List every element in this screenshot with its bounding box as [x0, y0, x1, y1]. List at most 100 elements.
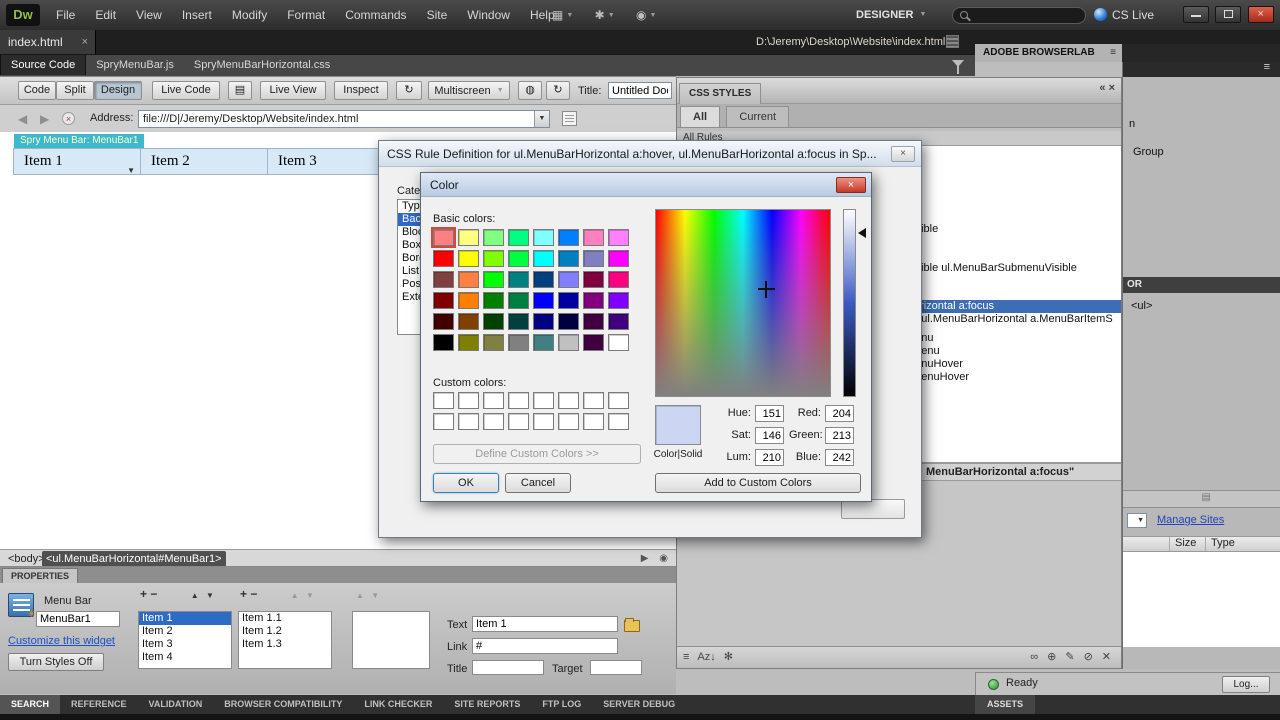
basic-color-swatch[interactable] — [558, 250, 579, 267]
attach-stylesheet-icon[interactable]: ∞ — [1030, 651, 1038, 663]
address-input[interactable]: file:///D|/Jeremy/Desktop/Website/index.… — [138, 110, 550, 128]
basic-color-swatch[interactable] — [508, 313, 529, 330]
dialog-title[interactable]: Color — [421, 173, 871, 197]
spry-widget-label[interactable]: Spry Menu Bar: MenuBar1 — [14, 134, 145, 148]
log-button[interactable]: Log... — [1222, 676, 1270, 693]
basic-color-swatch[interactable] — [458, 334, 479, 351]
custom-color-swatch[interactable] — [533, 392, 554, 409]
doc-menu-item[interactable]: Item 2 — [140, 148, 268, 175]
site-users-icon[interactable]: ◉ ▼ — [636, 8, 656, 22]
menubar-item-view[interactable]: View — [126, 0, 172, 30]
dialog-bottom-button[interactable] — [841, 499, 905, 519]
luminance-slider[interactable] — [843, 209, 856, 397]
tag-ul-menubar[interactable]: <ul.MenuBarHorizontal#MenuBar1> — [42, 551, 226, 567]
workspace-switcher[interactable]: DESIGNER ▼ — [856, 0, 926, 30]
tab-close-icon[interactable]: × — [82, 30, 88, 54]
document-title-input[interactable] — [608, 82, 672, 99]
basic-color-swatch[interactable] — [608, 271, 629, 288]
extend-icon[interactable]: ✱ ▼ — [595, 8, 615, 22]
basic-color-swatch[interactable] — [508, 271, 529, 288]
results-tab-browser-compatibility[interactable]: BROWSER COMPATIBILITY — [213, 695, 353, 714]
basic-color-swatch[interactable] — [583, 313, 604, 330]
menu-items-list[interactable]: Item 1 Item 2 Item 3 Item 4 — [138, 611, 232, 669]
delete-rule-icon[interactable]: ✕ — [1102, 651, 1111, 663]
basic-color-swatch[interactable] — [533, 250, 554, 267]
custom-color-swatch[interactable] — [508, 392, 529, 409]
basic-color-swatch[interactable] — [483, 313, 504, 330]
basic-color-swatch[interactable] — [558, 334, 579, 351]
basic-color-swatch[interactable] — [533, 271, 554, 288]
menu-item-row[interactable]: Item 3 — [139, 638, 231, 651]
site-select-dropdown[interactable]: ▼ — [1127, 513, 1147, 528]
manage-sites-link[interactable]: Manage Sites — [1157, 514, 1224, 526]
back-icon[interactable]: ◀ — [18, 112, 27, 126]
files-list[interactable] — [1123, 552, 1280, 647]
basic-color-swatch[interactable] — [458, 313, 479, 330]
basic-color-swatch[interactable] — [431, 227, 456, 248]
list-view-icon[interactable]: Az↓ — [697, 651, 715, 663]
basic-color-swatch[interactable] — [583, 271, 604, 288]
doc-menu-item[interactable]: Item 3 — [267, 148, 395, 175]
results-tab-ftp-log[interactable]: FTP LOG — [531, 695, 592, 714]
color-field-input[interactable] — [825, 427, 854, 444]
custom-color-swatch[interactable] — [483, 413, 504, 430]
related-file-1[interactable]: Source Code — [0, 55, 87, 75]
layout-switcher-icon[interactable]: ▦ ▼ — [552, 8, 573, 22]
minimize-button[interactable] — [1183, 6, 1209, 23]
basic-color-swatch[interactable] — [433, 250, 454, 267]
hue-saturation-field[interactable] — [655, 209, 831, 397]
color-field-input[interactable] — [825, 405, 854, 422]
custom-color-swatch[interactable] — [583, 392, 604, 409]
menubar-item-window[interactable]: Window — [457, 0, 520, 30]
custom-color-swatch[interactable] — [558, 392, 579, 409]
basic-color-swatch[interactable] — [533, 313, 554, 330]
multiscreen-button[interactable]: Multiscreen ▼ — [428, 81, 510, 100]
subsubmenu-items-list[interactable] — [352, 611, 430, 669]
refresh-icon[interactable]: ↻ — [396, 81, 422, 100]
custom-color-swatch[interactable] — [508, 413, 529, 430]
results-tab-search[interactable]: SEARCH — [0, 695, 61, 714]
basic-color-swatch[interactable] — [433, 313, 454, 330]
custom-color-swatch[interactable] — [483, 392, 504, 409]
submenu-item-row[interactable]: Item 1.1 — [239, 612, 331, 625]
check-page-icon[interactable]: ▤ — [228, 81, 252, 100]
custom-color-swatch[interactable] — [533, 413, 554, 430]
select-tool-icon[interactable]: ▶ — [641, 553, 649, 564]
menubar-item-site[interactable]: Site — [417, 0, 458, 30]
doc-menu-item[interactable]: Item 1 ▼ — [13, 148, 141, 175]
new-rule-icon[interactable]: ⊕ — [1047, 651, 1056, 663]
title-input[interactable] — [472, 660, 544, 675]
menubar-item-file[interactable]: File — [46, 0, 85, 30]
inspect-button[interactable]: Inspect — [334, 81, 388, 100]
panel-grip[interactable] — [1123, 490, 1280, 508]
basic-color-swatch[interactable] — [533, 334, 554, 351]
basic-color-swatch[interactable] — [483, 334, 504, 351]
move-down-button[interactable]: ▼ — [206, 591, 214, 600]
basic-color-swatch[interactable] — [583, 334, 604, 351]
split-view-button[interactable]: Split — [56, 81, 94, 100]
tab-current[interactable]: Current — [726, 106, 790, 127]
close-icon[interactable]: × — [891, 146, 915, 162]
browse-folder-icon[interactable] — [624, 618, 640, 632]
basic-color-swatch[interactable] — [558, 271, 579, 288]
basic-color-swatch[interactable] — [458, 271, 479, 288]
basic-color-swatch[interactable] — [583, 229, 604, 246]
move-up-button[interactable]: ▲ — [291, 591, 299, 600]
design-view-button[interactable]: Design — [94, 81, 142, 100]
menubar-item-insert[interactable]: Insert — [172, 0, 222, 30]
panel-menu-icon[interactable]: ≡ — [1110, 44, 1116, 62]
tag-inspector-header[interactable]: OR — [1123, 277, 1280, 293]
move-down-button[interactable]: ▼ — [371, 591, 379, 600]
address-dropdown-icon[interactable]: ▼ — [534, 111, 549, 127]
cancel-button[interactable]: Cancel — [505, 473, 571, 493]
results-tab-reference[interactable]: REFERENCE — [60, 695, 138, 714]
filter-funnel-icon[interactable] — [952, 60, 964, 74]
custom-color-swatch[interactable] — [608, 413, 629, 430]
remove-item-button[interactable]: − — [150, 587, 157, 601]
submenu-items-list[interactable]: Item 1.1 Item 1.2 Item 1.3 — [238, 611, 332, 669]
live-view-button[interactable]: Live View — [260, 81, 326, 100]
custom-color-swatch[interactable] — [458, 392, 479, 409]
panel-close-icon[interactable]: × — [1109, 82, 1115, 94]
submenu-item-row[interactable]: Item 1.2 — [239, 625, 331, 638]
tab-assets[interactable]: ASSETS — [975, 695, 1036, 714]
